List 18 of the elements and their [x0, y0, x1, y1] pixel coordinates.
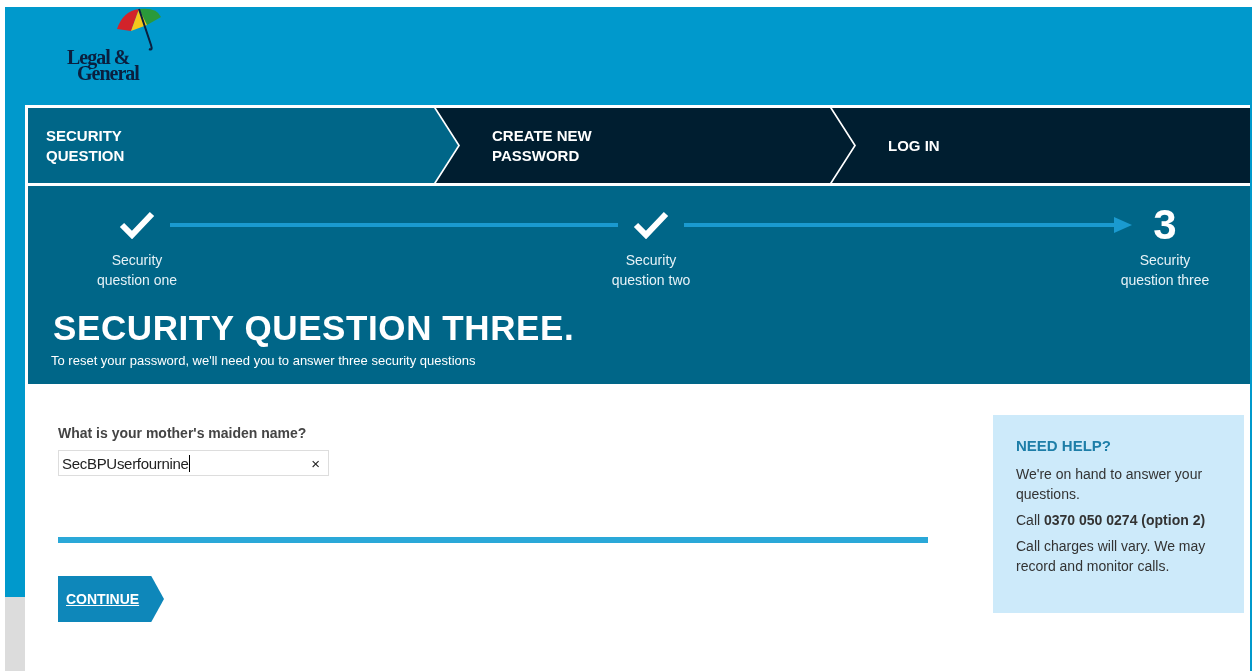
step-tab[interactable]: SECURITY QUESTION [28, 108, 458, 183]
step-label: Security question one [95, 251, 179, 290]
clear-icon[interactable]: × [311, 454, 320, 472]
help-title: NEED HELP? [1016, 437, 1112, 454]
help-text: Call charges will vary. We may record and monitor calls. [1016, 537, 1207, 576]
page-heading: SECURITY QUESTION THREE. [53, 310, 576, 346]
step-tab[interactable]: CREATE NEW PASSWORD [436, 108, 854, 183]
question-label: What is your mother's maiden name? [58, 424, 307, 442]
step-label: Security question three [1119, 251, 1211, 290]
step-number: 3 [1153, 205, 1177, 245]
help-text: We're on hand to answer your questions. [1016, 465, 1204, 504]
step-label: Security question two [610, 251, 692, 290]
step-tab[interactable]: LOG IN [832, 108, 1250, 183]
help-text: Call 0370 050 0274 (option 2) [1016, 511, 1207, 530]
answer-field[interactable]: SecBPUserfournine × [58, 450, 329, 476]
continue-button[interactable]: CONTINUE [58, 576, 164, 622]
page-subtitle: To reset your password, we'll need you to answer three security questions [51, 352, 477, 370]
logo-text: Legal & [67, 47, 130, 67]
